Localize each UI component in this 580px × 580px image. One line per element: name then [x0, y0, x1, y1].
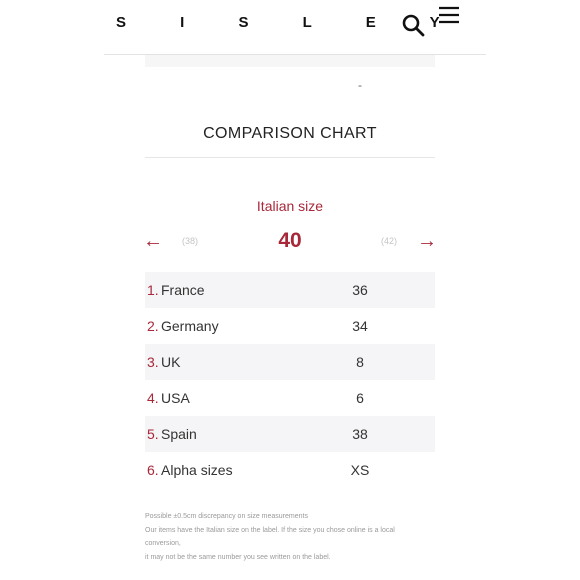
table-row: 2. Germany 34: [145, 308, 435, 344]
note-line: it may not be the same number you see wr…: [145, 553, 331, 561]
search-icon[interactable]: [401, 13, 425, 37]
row-number: 3.: [147, 354, 159, 370]
dash-text: -: [358, 78, 362, 92]
previous-section-box: [145, 55, 435, 67]
size-conversion-table: 1. France 36 2. Germany 34 3. UK 8 4. US…: [145, 272, 435, 488]
site-header: S I S L E Y: [0, 0, 580, 55]
title-divider: [145, 157, 435, 158]
header-divider: [104, 54, 486, 55]
row-value: 8: [356, 354, 364, 370]
italian-size-label: Italian size: [256, 198, 324, 214]
next-size-arrow-icon[interactable]: →: [417, 231, 437, 251]
row-value: 6: [356, 390, 364, 406]
hamburger-menu-icon[interactable]: [438, 5, 460, 27]
table-row: 1. France 36: [145, 272, 435, 308]
note-line: conversion,: [145, 540, 181, 547]
next-size-value[interactable]: (42): [381, 236, 397, 246]
row-number: 4.: [147, 390, 159, 406]
table-row: 3. UK 8: [145, 344, 435, 380]
comparison-chart-title: COMPARISON CHART: [203, 125, 377, 142]
row-value: 34: [352, 318, 368, 334]
table-row: 4. USA 6: [145, 380, 435, 416]
note-line: Our items have the Italian size on the l…: [145, 526, 395, 534]
row-country: France: [161, 282, 205, 298]
row-country: USA: [161, 390, 190, 406]
row-value: 38: [352, 426, 368, 442]
row-country: Alpha sizes: [161, 462, 233, 478]
row-country: Spain: [161, 426, 197, 442]
current-size-value: 40: [278, 229, 302, 252]
table-row: 6. Alpha sizes XS: [145, 452, 435, 488]
size-guide-page: - S I S L E Y COMPARISON CHART Italian s…: [0, 0, 580, 580]
row-value: XS: [350, 462, 370, 478]
row-number: 6.: [147, 462, 159, 478]
row-number: 5.: [147, 426, 159, 442]
size-notes: Possible ±0.5cm discrepancy on size meas…: [145, 510, 435, 564]
row-value: 36: [352, 282, 368, 298]
row-number: 2.: [147, 318, 159, 334]
table-row: 5. Spain 38: [145, 416, 435, 452]
row-country: Germany: [161, 318, 219, 334]
row-country: UK: [161, 354, 181, 370]
row-number: 1.: [147, 282, 159, 298]
note-line: Possible ±0.5cm discrepancy on size meas…: [145, 513, 308, 520]
